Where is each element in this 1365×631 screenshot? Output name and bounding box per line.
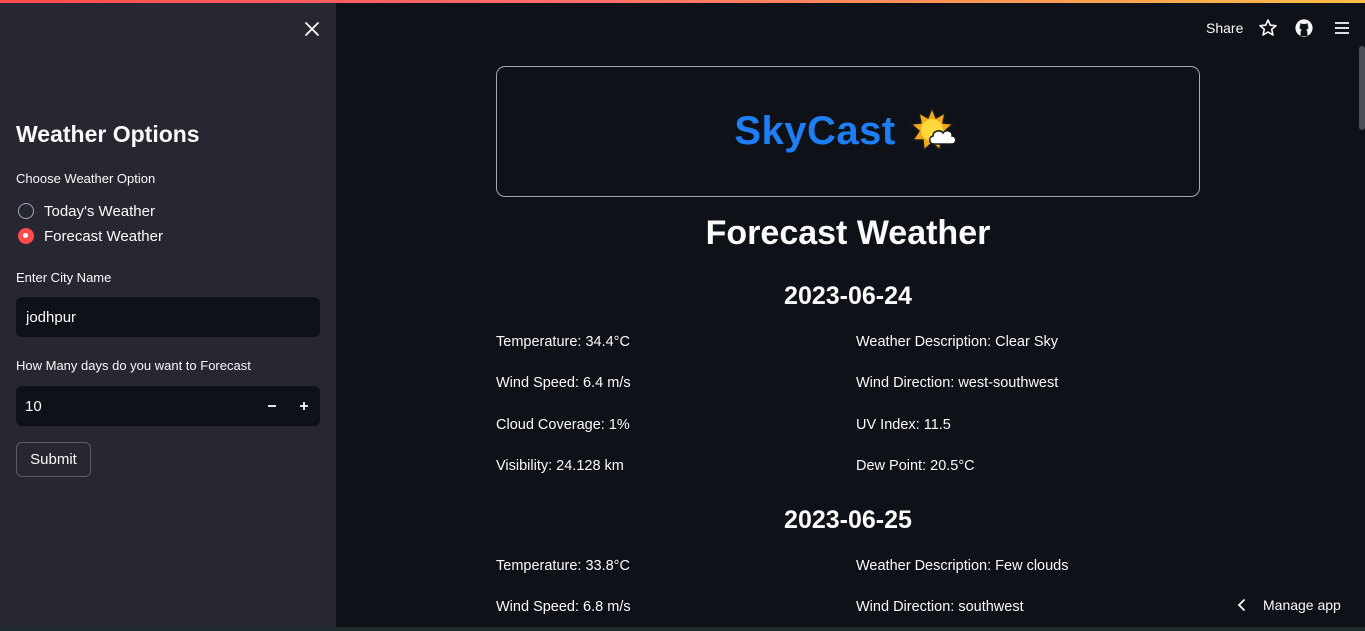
forecast-date: 2023-06-24 <box>784 282 912 310</box>
github-icon <box>1295 19 1313 37</box>
sun-behind-cloud-icon <box>909 106 957 151</box>
cloud-coverage-value: Cloud Coverage: 1% <box>496 417 630 433</box>
share-button[interactable]: Share <box>1206 20 1243 36</box>
chevron-left-icon <box>1237 598 1246 612</box>
close-icon <box>305 22 319 36</box>
wind-direction-value: Wind Direction: west-southwest <box>856 375 1059 391</box>
scrollbar-thumb[interactable] <box>1359 46 1365 130</box>
radio-checked-icon <box>18 228 34 244</box>
wind-speed-value: Wind Speed: 6.8 m/s <box>496 599 631 615</box>
star-button[interactable] <box>1258 18 1278 38</box>
weather-description: Weather Description: Few clouds <box>856 558 1069 574</box>
main-menu-button[interactable] <box>1332 18 1352 38</box>
visibility-value: Visibility: 24.128 km <box>496 458 624 474</box>
bottom-strip <box>0 627 1365 631</box>
brand-banner: SkyCast <box>496 66 1200 197</box>
wind-speed-value: Wind Speed: 6.4 m/s <box>496 375 631 391</box>
uv-index-value: UV Index: 11.5 <box>856 417 951 433</box>
radio-label: Forecast Weather <box>44 227 163 245</box>
hamburger-menu-icon <box>1335 22 1349 34</box>
dew-point-value: Dew Point: 20.5°C <box>856 458 975 474</box>
forecast-date: 2023-06-25 <box>784 506 912 534</box>
radio-todays-weather[interactable]: Today's Weather <box>16 201 155 221</box>
weather-description: Weather Description: Clear Sky <box>856 334 1059 350</box>
close-sidebar-button[interactable] <box>302 19 322 39</box>
radio-label: Today's Weather <box>44 202 155 220</box>
temperature-value: Temperature: 33.8°C <box>496 558 630 574</box>
top-decoration-bar <box>0 0 1365 3</box>
sidebar-title: Weather Options <box>16 121 200 147</box>
page-title: Forecast Weather <box>705 214 991 252</box>
city-label: Enter City Name <box>16 270 112 285</box>
github-button[interactable] <box>1294 18 1314 38</box>
weather-option-label: Choose Weather Option <box>16 171 156 186</box>
days-value[interactable]: 10 <box>16 398 256 415</box>
star-icon <box>1259 19 1277 36</box>
radio-forecast-weather[interactable]: Forecast Weather <box>16 226 163 246</box>
minus-icon <box>268 405 276 407</box>
manage-app-button[interactable]: Manage app <box>1237 597 1341 613</box>
wind-direction-value: Wind Direction: southwest <box>856 599 1024 615</box>
decrement-button[interactable] <box>256 386 288 426</box>
brand-name: SkyCast <box>734 109 896 153</box>
temperature-value: Temperature: 34.4°C <box>496 334 630 350</box>
manage-app-label: Manage app <box>1263 597 1341 613</box>
city-input[interactable] <box>16 297 320 337</box>
radio-unchecked-icon <box>18 203 34 219</box>
days-stepper: 10 <box>16 386 320 426</box>
plus-icon <box>300 402 308 410</box>
sidebar: Weather Options Choose Weather Option To… <box>0 0 336 631</box>
increment-button[interactable] <box>288 386 320 426</box>
days-label: How Many days do you want to Forecast <box>16 358 251 373</box>
submit-button[interactable]: Submit <box>16 442 91 477</box>
